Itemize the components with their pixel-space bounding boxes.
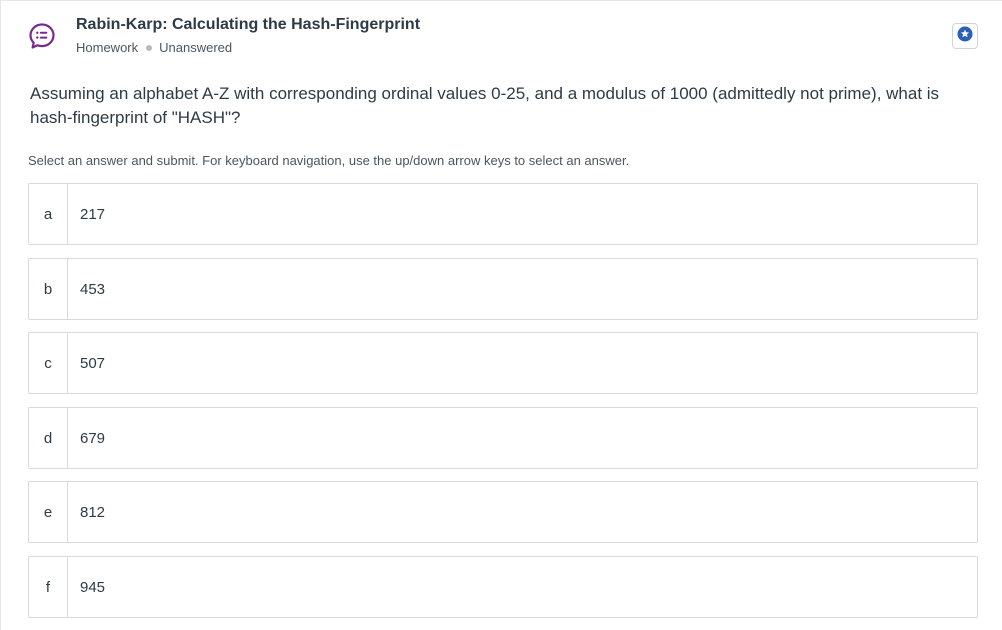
answer-value: 812 [80, 503, 106, 521]
question-page: Rabin-Karp: Calculating the Hash-Fingerp… [0, 0, 1002, 630]
answer-option-f[interactable]: f 945 [28, 556, 978, 618]
answer-option-c[interactable]: c 507 [28, 332, 978, 394]
separator-dot [146, 45, 153, 52]
header-text: Rabin-Karp: Calculating the Hash-Fingerp… [76, 14, 420, 57]
question-meta: Homework Unanswered [76, 39, 420, 57]
status-label: Unanswered [159, 40, 233, 55]
answer-value: 507 [80, 354, 106, 372]
discussion-bubble-icon [28, 22, 56, 50]
assignment-type: Homework [76, 40, 139, 55]
answer-value: 945 [80, 578, 106, 596]
answer-value: 453 [80, 280, 106, 298]
answer-option-e[interactable]: e 812 [28, 481, 978, 543]
star-badge-icon [957, 26, 973, 47]
answer-letter: e [29, 482, 68, 542]
answer-letter: a [29, 184, 68, 244]
answer-letter: f [29, 557, 68, 617]
answer-value: 217 [80, 205, 106, 223]
bookmark-button[interactable] [952, 23, 978, 49]
top-divider [0, 0, 1002, 1]
question-text: Assuming an alphabet A-Z with correspond… [30, 84, 940, 127]
question-header: Rabin-Karp: Calculating the Hash-Fingerp… [28, 14, 978, 62]
instructions-text: Select an answer and submit. For keyboar… [28, 153, 630, 168]
answer-option-d[interactable]: d 679 [28, 407, 978, 469]
answer-option-a[interactable]: a 217 [28, 183, 978, 245]
answer-letter: c [29, 333, 68, 393]
answer-option-b[interactable]: b 453 [28, 258, 978, 320]
answer-value: 679 [80, 429, 106, 447]
left-divider [0, 0, 1, 630]
answer-letter: b [29, 259, 68, 319]
page-title: Rabin-Karp: Calculating the Hash-Fingerp… [76, 16, 421, 33]
answer-letter: d [29, 408, 68, 468]
